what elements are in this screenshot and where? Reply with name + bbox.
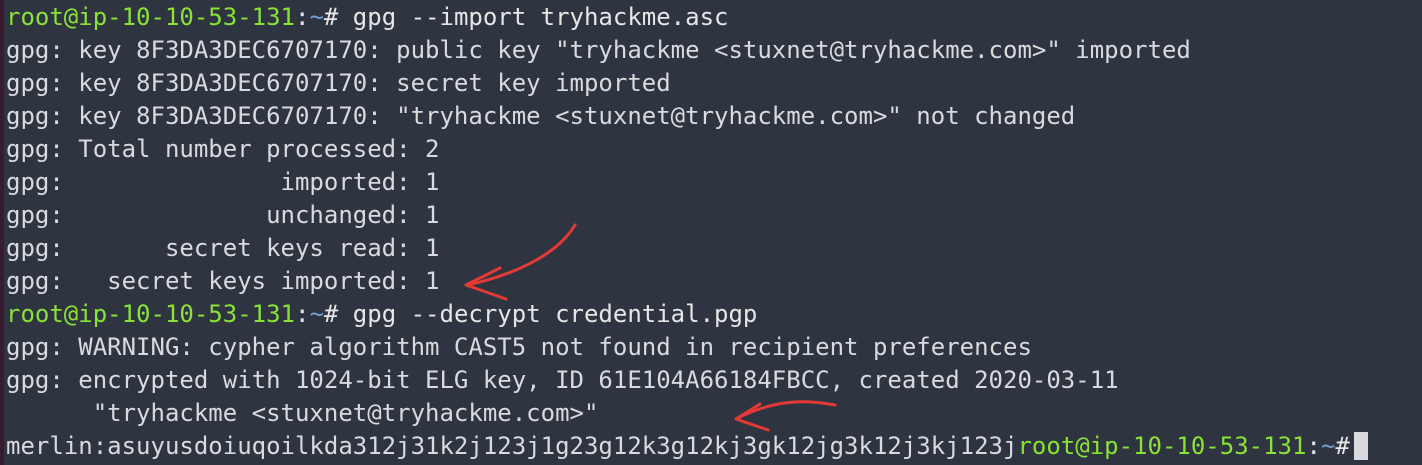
prompt-symbol: # [323, 3, 353, 31]
prompt-colon: : [294, 300, 310, 328]
prompt-path: ~ [309, 300, 324, 328]
prompt-colon: : [1306, 432, 1321, 460]
output-line: gpg: imported: 1 [6, 168, 440, 196]
prompt-user-host: root@ip-10-10-53-131 [1017, 432, 1307, 460]
output-line: gpg: key 8F3DA3DEC6707170: secret key im… [6, 69, 671, 97]
command-import: gpg --import tryhackme.asc [352, 3, 729, 31]
output-line: gpg: Total number processed: 2 [6, 135, 440, 163]
output-line: gpg: key 8F3DA3DEC6707170: "tryhackme <s… [6, 102, 1076, 130]
window-edge [0, 0, 4, 465]
prompt-path: ~ [309, 3, 324, 31]
output-line: "tryhackme <stuxnet@tryhackme.com>" [6, 399, 599, 427]
command-decrypt: gpg --decrypt credential.pgp [352, 300, 758, 328]
prompt-path: ~ [1320, 432, 1336, 460]
decrypted-credential: merlin:asuyusdoiuqoilkda312j31k2j123j1g2… [6, 432, 1018, 460]
prompt-line-final: merlin:asuyusdoiuqoilkda312j31k2j123j1g2… [0, 430, 1422, 463]
output-line: gpg: secret keys read: 1 [6, 234, 440, 262]
prompt-colon: : [294, 3, 310, 31]
output-line: gpg: WARNING: cypher algorithm CAST5 not… [6, 333, 1032, 361]
output-line: gpg: key 8F3DA3DEC6707170: public key "t… [6, 36, 1191, 64]
prompt-symbol: # [323, 300, 353, 328]
prompt-user-host: root@ip-10-10-53-131 [6, 300, 295, 328]
prompt-line-decrypt: root@ip-10-10-53-131:~# gpg --decrypt cr… [0, 298, 1422, 331]
prompt-user-host: root@ip-10-10-53-131 [6, 3, 295, 31]
output-line: gpg: encrypted with 1024-bit ELG key, ID… [6, 366, 1119, 394]
output-line-secret-keys-imported: gpg: secret keys imported: 1 [6, 267, 440, 295]
text-cursor[interactable] [1353, 432, 1368, 460]
output-line: gpg: unchanged: 1 [6, 201, 440, 229]
prompt-line-import: root@ip-10-10-53-131:~# gpg --import try… [0, 1, 1422, 34]
terminal-window[interactable]: root@ip-10-10-53-131:~# gpg --import try… [0, 0, 1422, 465]
prompt-symbol: # [1335, 432, 1350, 460]
